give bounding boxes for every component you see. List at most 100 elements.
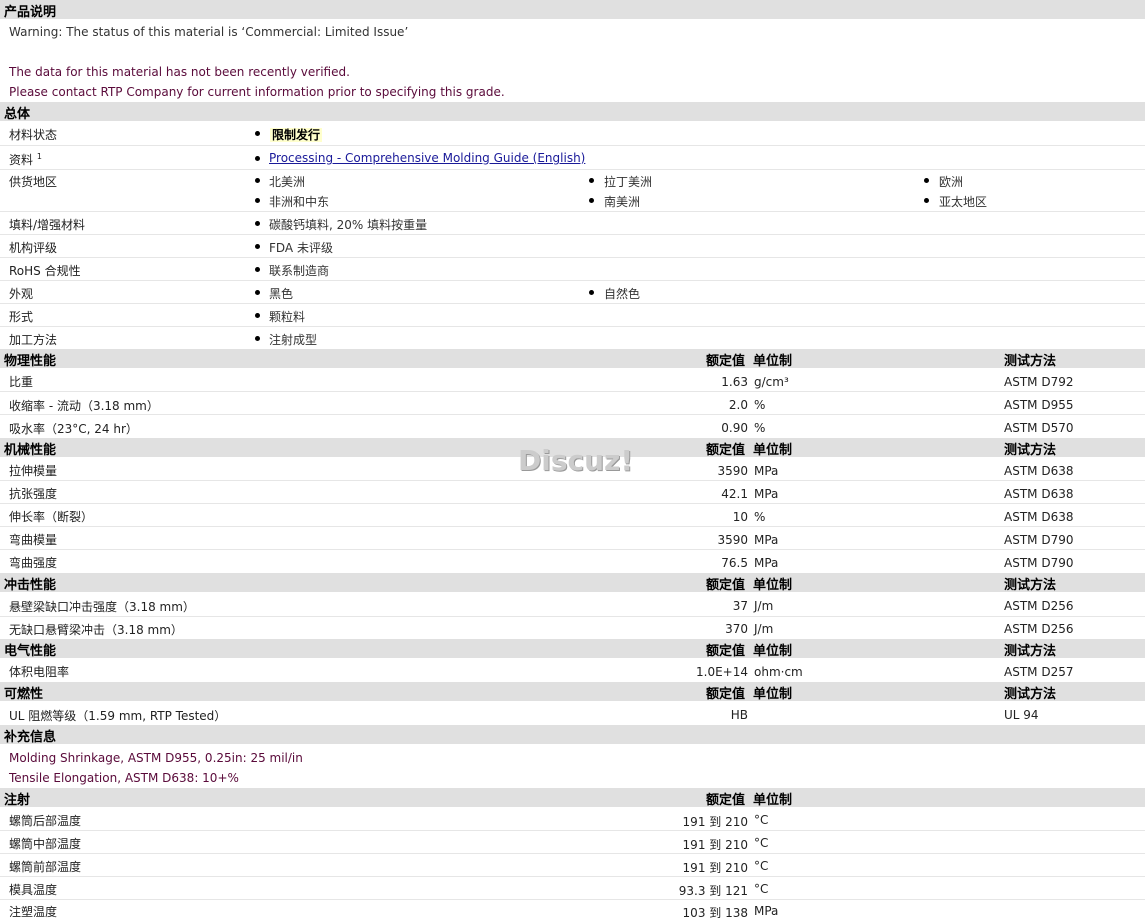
bullet-icon (589, 290, 594, 295)
section-header-injection: 注射 额定值 单位制 (0, 788, 1145, 808)
table-row: 比重 1.63 g/cm³ ASTM D792 (0, 369, 1145, 392)
section-title: 机械性能 (4, 443, 57, 458)
region-item: 北美洲 (269, 175, 306, 189)
contact-text: Please contact RTP Company for current i… (9, 85, 505, 99)
row-value: 黑色 (269, 287, 294, 301)
bullet-icon (255, 221, 260, 226)
row-method: ASTM D955 (1004, 398, 1074, 412)
bullet-icon (255, 198, 260, 203)
row-method: ASTM D256 (1004, 599, 1074, 613)
row-material-status: 材料状态 限制发行 (0, 122, 1145, 146)
row-label: 比重 (9, 375, 34, 389)
section-title: 产品说明 (4, 5, 57, 20)
col-unit-header: 单位制 (753, 443, 793, 458)
row-documents: 资料 1 Processing - Comprehensive Molding … (0, 146, 1145, 170)
row-label: 伸长率（断裂） (9, 510, 94, 524)
row-label: 弯曲模量 (9, 533, 58, 547)
section-title: 冲击性能 (4, 578, 57, 593)
col-unit-header: 单位制 (753, 354, 793, 369)
row-value: 103 到 138 (682, 906, 748, 920)
row-label: 机构评级 (9, 241, 58, 255)
table-row: 抗张强度 42.1 MPa ASTM D638 (0, 481, 1145, 504)
col-value-header: 额定值 (706, 687, 746, 702)
region-item: 南美洲 (604, 195, 641, 209)
row-value: 370 (725, 622, 748, 636)
section-header-product: 产品说明 (0, 0, 1145, 20)
row-method: UL 94 (1004, 708, 1039, 722)
row-agency-rating: 机构评级 FDA 未评级 (0, 235, 1145, 258)
bullet-icon (255, 156, 260, 161)
bullet-icon (589, 198, 594, 203)
row-label: 吸水率（23°C, 24 hr） (9, 422, 138, 436)
col-value-header: 额定值 (706, 644, 746, 659)
section-header-general: 总体 (0, 102, 1145, 122)
row-unit: MPa (754, 487, 779, 501)
bullet-icon (924, 178, 929, 183)
section-header-physical: 物理性能 额定值 单位制 测试方法 (0, 349, 1145, 369)
table-row: 伸长率（断裂） 10 % ASTM D638 (0, 504, 1145, 527)
supplement-line: Tensile Elongation, ASTM D638: 10+% (9, 771, 239, 785)
row-label: 体积电阻率 (9, 665, 70, 679)
row-appearance: 外观 黑色 自然色 (0, 281, 1145, 304)
warning-text: Warning: The status of this material is … (9, 25, 409, 39)
row-label: 悬壁梁缺口冲击强度（3.18 mm） (9, 600, 195, 614)
row-label: 填料/增强材料 (9, 218, 86, 232)
row-value: 0.90 (721, 421, 748, 435)
bullet-icon (255, 131, 260, 136)
row-label: 螺筒后部温度 (9, 814, 82, 828)
row-unit: ohm·cm (754, 665, 803, 679)
row-method: ASTM D790 (1004, 556, 1074, 570)
row-value: 191 到 210 (682, 861, 748, 875)
table-row: 弯曲强度 76.5 MPa ASTM D790 (0, 550, 1145, 572)
row-label: RoHS 合规性 (9, 264, 81, 278)
row-value: 注射成型 (269, 333, 318, 347)
col-method-header: 测试方法 (1004, 687, 1057, 702)
col-method-header: 测试方法 (1004, 578, 1057, 593)
supplement-line: Molding Shrinkage, ASTM D955, 0.25in: 25… (9, 751, 303, 765)
row-method: ASTM D257 (1004, 665, 1074, 679)
bullet-icon (255, 178, 260, 183)
row-supply-regions: 供货地区 北美洲 拉丁美洲 欧洲 非洲和中东 南美洲 亚太地区 (0, 170, 1145, 212)
row-method: ASTM D790 (1004, 533, 1074, 547)
bullet-icon (255, 244, 260, 249)
molding-guide-link[interactable]: Processing - Comprehensive Molding Guide… (269, 151, 585, 165)
row-unit: % (754, 421, 766, 435)
region-item: 拉丁美洲 (604, 175, 653, 189)
bullet-icon (924, 198, 929, 203)
bullet-icon (255, 336, 260, 341)
row-method: ASTM D570 (1004, 421, 1074, 435)
row-filler: 填料/增强材料 碳酸钙填料, 20% 填料按重量 (0, 212, 1145, 235)
row-value: 3590 (717, 464, 748, 478)
row-unit: MPa (754, 556, 779, 570)
col-value-header: 额定值 (706, 793, 746, 808)
row-unit: % (754, 398, 766, 412)
col-value-header: 额定值 (706, 443, 746, 458)
row-label: 螺筒中部温度 (9, 837, 82, 851)
section-header-impact: 冲击性能 额定值 单位制 测试方法 (0, 573, 1145, 593)
row-method: ASTM D638 (1004, 464, 1074, 478)
bullet-icon (255, 313, 260, 318)
bullet-icon (589, 178, 594, 183)
row-value: 76.5 (721, 556, 748, 570)
row-label: 拉伸模量 (9, 464, 58, 478)
row-label: 无缺口悬臂梁冲击（3.18 mm） (9, 623, 183, 637)
row-value: 191 到 210 (682, 838, 748, 852)
row-unit: °C (754, 859, 769, 873)
row-value: 191 到 210 (682, 815, 748, 829)
table-row: 体积电阻率 1.0E+14 ohm·cm ASTM D257 (0, 659, 1145, 682)
row-label: 收缩率 - 流动（3.18 mm） (9, 399, 159, 413)
row-value: 1.63 (721, 375, 748, 389)
col-unit-header: 单位制 (753, 644, 793, 659)
status-badge: 限制发行 (270, 128, 323, 142)
col-method-header: 测试方法 (1004, 443, 1057, 458)
section-header-supplement: 补充信息 (0, 725, 1145, 745)
row-value: 2.0 (728, 398, 748, 412)
row-unit: °C (754, 836, 769, 850)
col-unit-header: 单位制 (753, 687, 793, 702)
row-method: ASTM D256 (1004, 622, 1074, 636)
table-row: 悬壁梁缺口冲击强度（3.18 mm） 37 J/m ASTM D256 (0, 593, 1145, 617)
footnote-marker: 1 (36, 152, 42, 161)
section-title: 电气性能 (4, 644, 57, 659)
row-value: 1.0E+14 (696, 665, 748, 679)
row-label: 抗张强度 (9, 487, 58, 501)
